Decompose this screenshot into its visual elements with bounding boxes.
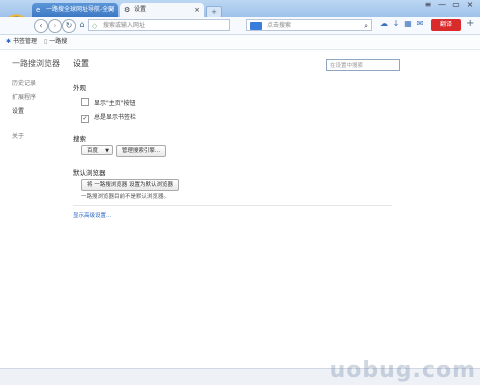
tab-home[interactable]: e 一路搜全球网址导航-全网 ×	[32, 3, 118, 17]
add-icon[interactable]: +	[466, 18, 474, 29]
show-home-button-checkbox[interactable]: 显示"主页"按钮	[81, 98, 136, 107]
home-icon[interactable]: ⌂	[76, 19, 88, 31]
bookmark-label: 一路搜	[49, 38, 68, 45]
sidebar-item-settings[interactable]: 设置	[12, 106, 24, 115]
forward-icon[interactable]: ›	[48, 19, 62, 33]
select-value: 百度	[87, 148, 99, 154]
refresh-icon[interactable]: ↻	[62, 19, 76, 33]
ie-icon: e	[36, 6, 41, 14]
sidebar-item-about[interactable]: 关于	[12, 131, 24, 140]
checkbox-label: 总是显示书签栏	[94, 114, 137, 121]
translate-button[interactable]: 翻译	[431, 19, 461, 31]
tab-label: 一路搜全球网址导航-全网	[46, 6, 115, 13]
tab-label: 设置	[134, 6, 147, 13]
search-box[interactable]: 点击搜索 ⌕	[246, 19, 372, 31]
back-icon[interactable]: ‹	[34, 19, 48, 33]
tab-settings[interactable]: ⚙ 设置 ×	[120, 3, 204, 17]
page-title: 设置	[73, 59, 89, 68]
bookmark-item[interactable]: ▯ 一路搜	[44, 35, 67, 49]
menu-icon[interactable]: ≡	[421, 0, 435, 9]
checkbox[interactable]	[81, 98, 89, 106]
sidebar-item-extensions[interactable]: 扩展程序	[12, 92, 36, 101]
search-heading: 搜索	[73, 135, 86, 143]
close-icon[interactable]: ×	[194, 3, 200, 17]
search-engine-select[interactable]: 百度 ▼	[81, 145, 113, 155]
address-bar[interactable]: ◇ 搜索或输入网址	[88, 19, 230, 31]
checkbox-label: 显示"主页"按钮	[94, 100, 136, 107]
default-browser-note: 一路搜浏览器目前不是默认浏览器。	[81, 194, 170, 200]
gear-icon: ⚙	[124, 6, 131, 14]
set-default-browser-button[interactable]: 将 一路搜浏览器 设置为默认浏览器	[81, 179, 179, 191]
bookmark-manager[interactable]: ✱ 书签管理	[6, 35, 37, 49]
bookmarks-bar: ✱ 书签管理 ▯ 一路搜	[0, 35, 480, 50]
title-bar: e 一路搜全球网址导航-全网 × ⚙ 设置 × + ≡ — ▭ ×	[0, 0, 480, 18]
checkbox-checked[interactable]: ✓	[81, 115, 89, 123]
minimize-icon[interactable]: —	[435, 0, 449, 9]
show-advanced-settings-link[interactable]: 显示高级设置...	[73, 211, 111, 219]
close-icon[interactable]: ×	[108, 3, 114, 17]
chevron-down-icon: ▼	[105, 148, 109, 154]
appearance-heading: 外观	[73, 84, 86, 92]
divider	[73, 205, 392, 206]
apps-icon[interactable]: ▦	[402, 19, 414, 28]
default-browser-heading: 默认浏览器	[73, 169, 106, 177]
download-icon[interactable]: ↓	[390, 19, 402, 28]
sidebar-item-history[interactable]: 历史记录	[12, 78, 36, 87]
search-placeholder: 点击搜索	[267, 22, 292, 29]
show-bookmark-bar-checkbox[interactable]: ✓ 总是显示书签栏	[81, 112, 136, 123]
window-controls: ≡ — ▭ ×	[421, 0, 477, 9]
toolbar-icons: ☁ ↓ ▦ ✉	[378, 19, 426, 28]
maximize-icon[interactable]: ▭	[449, 0, 463, 9]
mail-icon[interactable]: ✉	[414, 19, 426, 28]
bookmark-label: 书签管理	[12, 38, 37, 45]
search-engine-icon	[250, 22, 262, 30]
settings-search-input[interactable]: 在设置中搜索	[326, 59, 400, 71]
watermark: uobug.com	[329, 358, 476, 383]
manage-search-engines-button[interactable]: 管理搜索引擎...	[116, 145, 166, 157]
address-placeholder: 搜索或输入网址	[103, 22, 146, 29]
sidebar-title: 一路搜浏览器	[12, 59, 60, 68]
search-icon[interactable]: ⌕	[364, 20, 368, 32]
bookmark-icon: ✱	[6, 38, 13, 45]
navigation-toolbar: ‹ › ↻ ⌂ ◇ 搜索或输入网址 点击搜索 ⌕ ☁ ↓ ▦ ✉ 翻译 +	[0, 17, 480, 35]
page-icon: ◇	[92, 22, 98, 30]
close-window-icon[interactable]: ×	[463, 0, 477, 9]
cloud-icon[interactable]: ☁	[378, 19, 390, 28]
